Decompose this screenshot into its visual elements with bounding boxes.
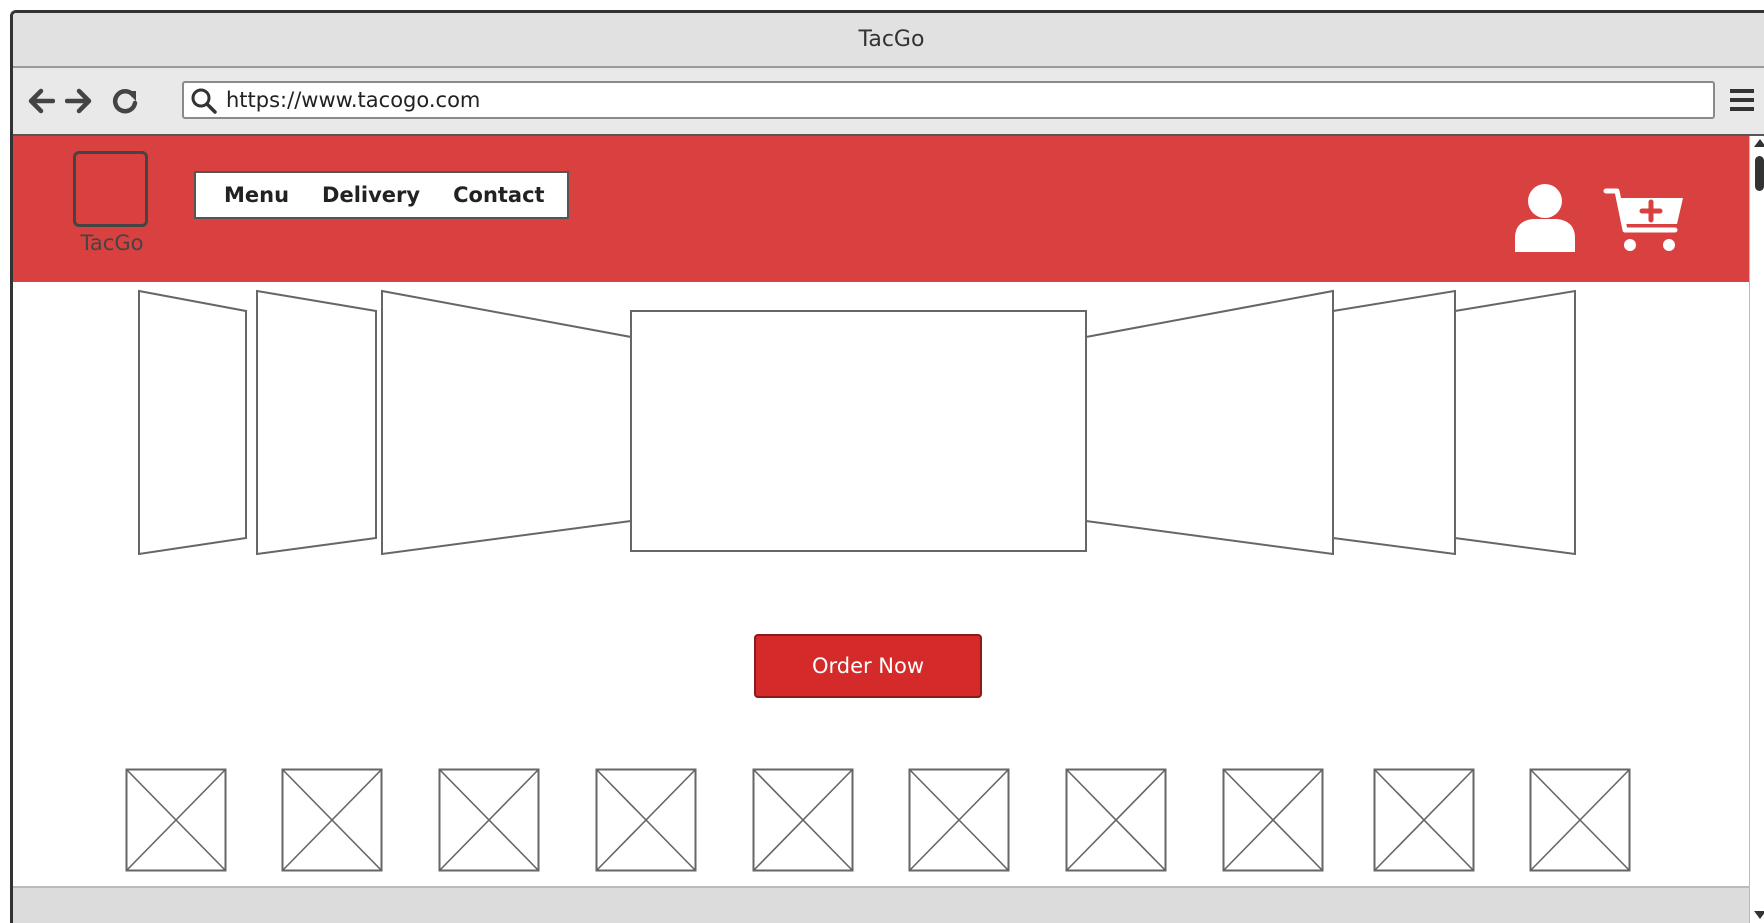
thumbnail-image-7[interactable] (1065, 768, 1167, 872)
title-bar: TacGo (13, 13, 1764, 68)
thumbnail-image-8[interactable] (1222, 768, 1324, 872)
scroll-down-arrow-icon[interactable] (1754, 911, 1764, 919)
thumbnail-image-9[interactable] (1373, 768, 1475, 872)
carousel-slide-right-2[interactable] (1332, 289, 1456, 556)
scroll-thumb[interactable] (1755, 156, 1764, 191)
browser-window: TacGo TacGo (10, 10, 1764, 923)
page-viewport: TacGo Menu Delivery Contact Order Now (13, 136, 1749, 923)
search-icon (191, 88, 217, 114)
window-title: TacGo (858, 27, 925, 52)
carousel-slide-right-3[interactable] (1454, 289, 1576, 556)
carousel-slide-left-3[interactable] (138, 289, 247, 556)
thumbnail-image-3[interactable] (438, 768, 540, 872)
thumbnail-image-10[interactable] (1529, 768, 1631, 872)
scroll-up-arrow-icon[interactable] (1754, 139, 1764, 147)
thumbnail-image-5[interactable] (752, 768, 854, 872)
browser-toolbar (13, 68, 1764, 136)
thumbnail-image-4[interactable] (595, 768, 697, 872)
arrow-left-icon[interactable] (27, 88, 55, 114)
carousel-slide-left-1[interactable] (381, 289, 632, 556)
hamburger-icon[interactable] (1729, 86, 1755, 114)
thumbnail-image-1[interactable] (125, 768, 227, 872)
arrow-right-icon[interactable] (65, 88, 93, 114)
vertical-scrollbar[interactable] (1749, 136, 1764, 923)
address-bar[interactable] (182, 81, 1715, 119)
thumbnail-image-2[interactable] (281, 768, 383, 872)
order-now-button[interactable]: Order Now (754, 634, 982, 698)
hero-carousel (138, 289, 1576, 556)
carousel-slide-active[interactable] (630, 310, 1087, 552)
page-footer (13, 886, 1749, 923)
carousel-slide-left-2[interactable] (256, 289, 377, 556)
thumbnail-image-6[interactable] (908, 768, 1010, 872)
url-input[interactable] (226, 85, 1686, 115)
carousel-slide-right-1[interactable] (1085, 289, 1334, 556)
reload-icon[interactable] (111, 88, 139, 116)
